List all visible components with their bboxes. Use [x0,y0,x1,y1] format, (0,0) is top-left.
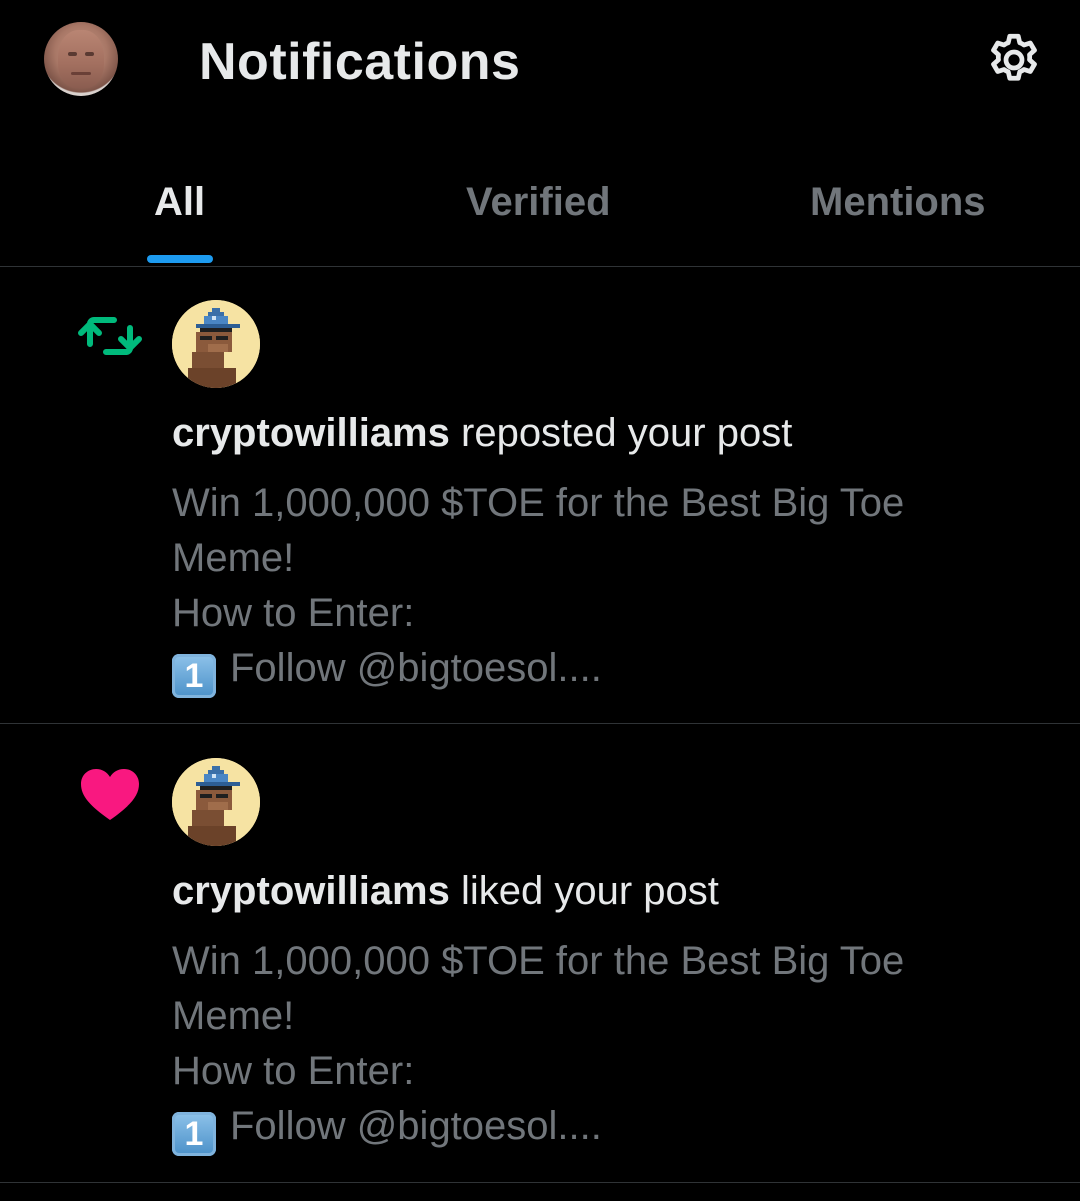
post-preview-text: Follow @bigtoesol.... [230,646,602,690]
gear-icon[interactable] [984,30,1044,90]
post-preview-line: How to Enter: [172,1049,415,1093]
post-preview[interactable]: Win 1,000,000 $TOE for the Best Big Toe … [172,476,1032,698]
user-avatar-icon[interactable] [44,22,118,96]
repost-icon [78,317,142,355]
cryptowilliams-avatar[interactable] [172,758,260,846]
keycap-one-emoji: 1 [172,1112,216,1156]
cryptowilliams-avatar[interactable] [172,300,260,388]
tab-verified[interactable]: Verified [466,180,611,225]
post-preview-line: 1 Follow @bigtoesol.... [172,641,1032,698]
avatar-eye [85,52,94,56]
notification-text: cryptowilliams liked your post [172,869,719,914]
notification-action: reposted your post [461,411,793,455]
username-link[interactable]: cryptowilliams [172,869,450,913]
notification-action: liked your post [461,869,719,913]
post-preview-line: 1 Follow @bigtoesol.... [172,1099,1032,1156]
active-tab-indicator [147,255,213,263]
avatar-face [58,30,104,88]
tab-mentions[interactable]: Mentions [810,180,986,225]
page-title: Notifications [199,33,521,91]
notification-tabs: All Verified Mentions [0,150,1080,267]
post-preview-line: Win 1,000,000 $TOE for the Best Big Toe … [172,481,905,580]
avatar-eye [68,52,77,56]
notification-item[interactable]: cryptowilliams liked your post Win 1,000… [0,724,1080,1183]
post-preview[interactable]: Win 1,000,000 $TOE for the Best Big Toe … [172,934,1032,1156]
pixel-wizard-ape-icon [172,758,260,846]
notification-item[interactable]: cryptowilliams reposted your post Win 1,… [0,266,1080,724]
avatar-mouth [71,72,91,75]
post-preview-text: Follow @bigtoesol.... [230,1104,602,1148]
pixel-wizard-ape-icon [172,300,260,388]
post-preview-line: Win 1,000,000 $TOE for the Best Big Toe … [172,939,905,1038]
keycap-one-emoji: 1 [172,654,216,698]
tab-all[interactable]: All [154,180,205,225]
username-link[interactable]: cryptowilliams [172,411,450,455]
notification-text: cryptowilliams reposted your post [172,411,792,456]
post-preview-line: How to Enter: [172,591,415,635]
heart-icon [81,769,139,820]
top-bar: Notifications [0,0,1080,125]
